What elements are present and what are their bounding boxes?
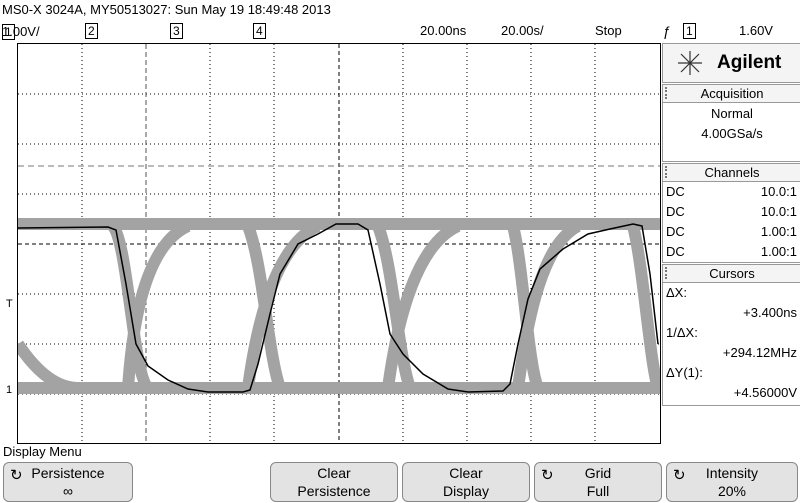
channel-row: DC 1.00:1 bbox=[663, 242, 800, 262]
softkey-value: Full bbox=[586, 483, 610, 499]
cursors-header: Cursors bbox=[663, 265, 800, 283]
channel-row: DC 10.0:1 bbox=[663, 182, 800, 202]
channel-probe: 10.0:1 bbox=[760, 204, 797, 219]
trigger-level[interactable]: 1.60V bbox=[739, 23, 773, 38]
time-delay[interactable]: 20.00s/ bbox=[501, 23, 544, 38]
acquisition-header: Acquisition bbox=[663, 85, 800, 103]
time-scale[interactable]: 20.00ns bbox=[420, 23, 466, 38]
cursor-dx-label: ΔX: bbox=[666, 285, 687, 300]
grid-softkey[interactable]: ↻ Grid Full bbox=[534, 462, 662, 502]
softkey-label: Clear bbox=[317, 465, 351, 481]
softkey-value: 20% bbox=[717, 483, 747, 499]
cursor-inv-dx-label: 1/ΔX: bbox=[666, 325, 698, 340]
channel-coupling: DC bbox=[666, 224, 685, 239]
brand-panel: Agilent bbox=[662, 43, 800, 83]
channel-1-trace bbox=[18, 223, 659, 393]
channel-row: DC 1.00:1 bbox=[663, 222, 800, 242]
channel-row: DC 10.0:1 bbox=[663, 202, 800, 222]
cursor-dx-label-row: ΔX: bbox=[663, 283, 800, 303]
cursor-dy-value-row: +4.56000V bbox=[663, 383, 800, 403]
channels-header: Channels bbox=[663, 164, 800, 182]
cursor-inv-dx-value: +294.12MHz bbox=[722, 345, 797, 360]
waveform-display[interactable]: T 1 bbox=[6, 43, 661, 444]
channel-probe: 10.0:1 bbox=[760, 184, 797, 199]
channel-probe: 1.00:1 bbox=[760, 224, 797, 239]
softkey-value: ∞ bbox=[63, 483, 73, 499]
menu-title: Display Menu bbox=[3, 444, 82, 459]
brand-name: Agilent bbox=[717, 52, 782, 73]
trigger-marker: T bbox=[6, 298, 13, 310]
cursor-dx-value-row: +3.400ns bbox=[663, 303, 800, 323]
run-state: Stop bbox=[595, 23, 622, 38]
channels-panel[interactable]: Channels DC 10.0:1 DC 10.0:1 DC 1.00:1 D… bbox=[662, 163, 800, 263]
softkey-value: Persistence bbox=[297, 483, 371, 499]
cursor-inv-dx-value-row: +294.12MHz bbox=[663, 343, 800, 363]
channel-probe: 1.00:1 bbox=[760, 244, 797, 259]
cursor-inv-dx-label-row: 1/ΔX: bbox=[663, 323, 800, 343]
cursors-panel[interactable]: Cursors ΔX: +3.400ns 1/ΔX: +294.12MHz ΔY… bbox=[662, 264, 800, 406]
channel-coupling: DC bbox=[666, 244, 685, 259]
status-bar: 1 1.00V/ 2 3 4 20.00ns 20.00s/ Stop ƒ 1 1… bbox=[0, 22, 773, 40]
cursor-dy-label-row: ΔY(1): bbox=[663, 363, 800, 383]
rising-edge-icon: ƒ bbox=[663, 23, 671, 39]
ch1-scale: 1.00V/ bbox=[2, 24, 40, 39]
cursor-dy-label: ΔY(1): bbox=[666, 365, 703, 380]
acquisition-mode: Normal bbox=[711, 106, 753, 121]
trigger-source: 1 bbox=[683, 23, 696, 39]
softkey-label: Grid bbox=[584, 465, 612, 481]
channel-coupling: DC bbox=[666, 204, 685, 219]
window-title: MS0-X 3024A, MY50513027: Sun May 19 18:4… bbox=[2, 2, 331, 17]
cursor-dy-value: +4.56000V bbox=[733, 385, 797, 400]
agilent-logo-icon bbox=[678, 51, 702, 75]
cursor-dx-value: +3.400ns bbox=[743, 305, 797, 320]
waveform-svg bbox=[18, 44, 660, 443]
intensity-softkey[interactable]: ↻ Intensity 20% bbox=[666, 462, 798, 502]
softkey-label: Clear bbox=[449, 465, 483, 481]
sample-rate: 4.00GSa/s bbox=[701, 126, 763, 141]
channel-coupling: DC bbox=[666, 184, 685, 199]
persistence-softkey[interactable]: ↻ Persistence ∞ bbox=[3, 462, 133, 502]
clear-persistence-softkey[interactable]: Clear Persistence bbox=[270, 462, 398, 502]
ch3-number[interactable]: 3 bbox=[170, 23, 183, 39]
acquisition-panel[interactable]: Acquisition Normal 4.00GSa/s bbox=[662, 84, 800, 162]
softkey-value: Display bbox=[443, 483, 489, 499]
softkey-label: Intensity bbox=[705, 465, 759, 481]
ch2-number[interactable]: 2 bbox=[85, 23, 98, 39]
clear-display-softkey[interactable]: Clear Display bbox=[402, 462, 530, 502]
softkey-label: Persistence bbox=[31, 465, 105, 481]
ground-marker: 1 bbox=[6, 384, 13, 396]
ch4-number[interactable]: 4 bbox=[253, 23, 266, 39]
